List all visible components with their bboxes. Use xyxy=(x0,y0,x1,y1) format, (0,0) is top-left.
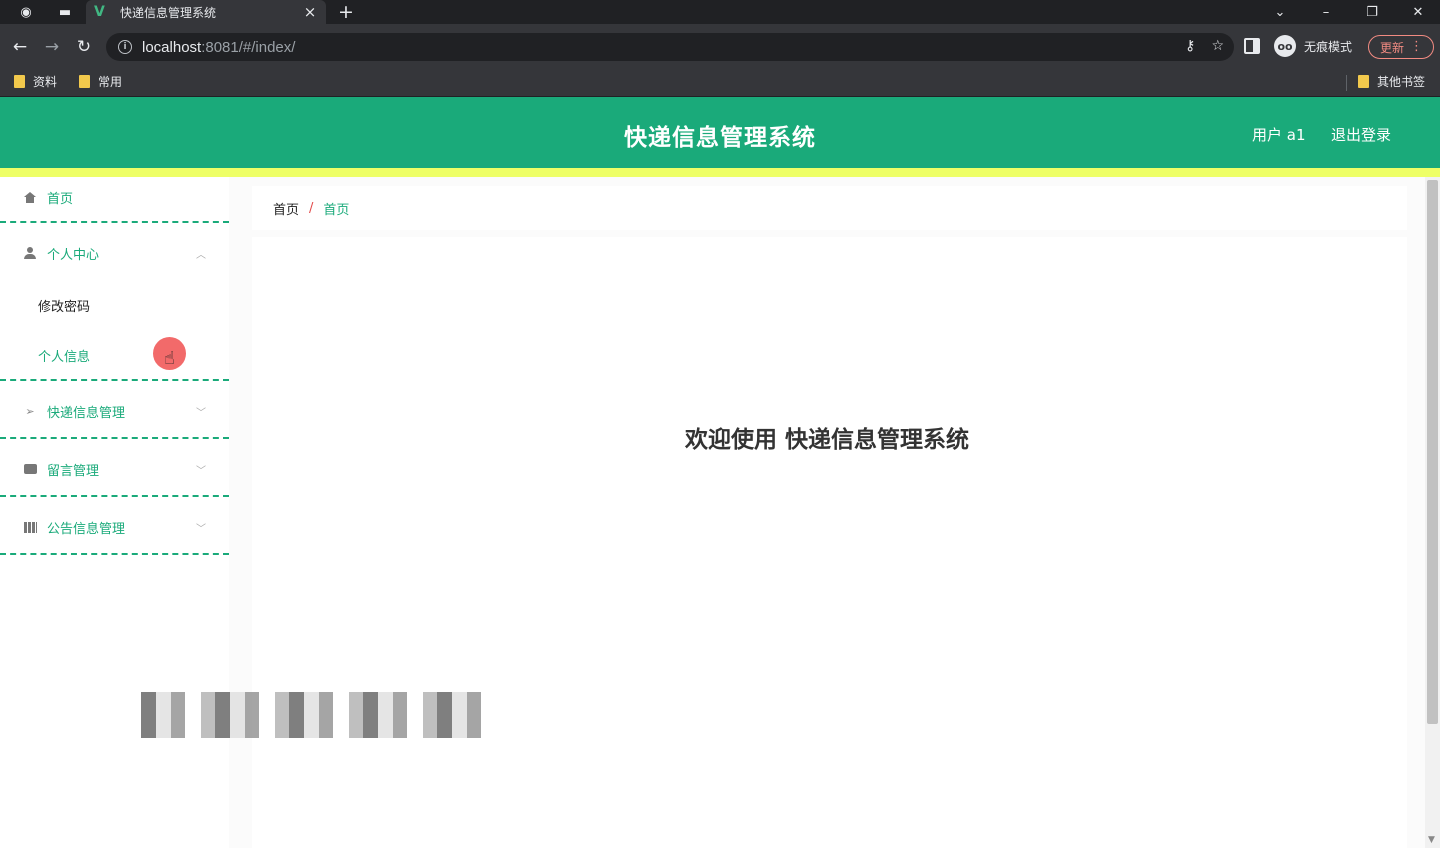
scrollbar-thumb[interactable] xyxy=(1427,180,1438,724)
bookmark-folder-changyong[interactable]: 常用 xyxy=(79,73,122,90)
browser-tab[interactable]: V 快递信息管理系统 × xyxy=(86,0,326,24)
folder-icon xyxy=(79,75,90,88)
sidebar-item-label: 公告信息管理 xyxy=(47,521,126,537)
scroll-down-icon[interactable]: ▼ xyxy=(1428,835,1435,845)
obscured-watermark xyxy=(141,692,487,738)
minimize-icon[interactable]: – xyxy=(1303,0,1349,24)
restore-icon[interactable]: ❐ xyxy=(1349,0,1395,24)
home-icon xyxy=(23,190,37,204)
sidebar-item-express-mgmt[interactable]: ➢ 快递信息管理 ﹀ xyxy=(0,401,229,421)
chevron-down-icon: ﹀ xyxy=(196,523,206,535)
user-icon xyxy=(23,246,37,260)
chevron-up-icon: ︿ xyxy=(196,249,206,261)
incognito-label: 无痕模式 xyxy=(1304,39,1353,54)
send-icon: ➢ xyxy=(25,404,35,418)
breadcrumb-home[interactable]: 首页 xyxy=(273,199,299,218)
sidebar-subitem-personal-info[interactable]: 个人信息 xyxy=(38,346,90,365)
tab-title: 快递信息管理系统 xyxy=(120,5,217,20)
content-panel xyxy=(252,237,1407,848)
chat-icon xyxy=(23,458,37,476)
chevron-down-icon: ﹀ xyxy=(196,465,206,477)
vue-logo-icon: V xyxy=(94,4,105,20)
browser-menu-icon[interactable]: ◉ xyxy=(16,2,36,22)
incognito-indicator[interactable]: oo 无痕模式 xyxy=(1274,35,1352,57)
folder-icon xyxy=(1358,75,1369,88)
reload-icon[interactable]: ↻ xyxy=(72,35,96,59)
welcome-text: 欢迎使用 快递信息管理系统 xyxy=(684,427,969,453)
bookmarks-bar: 资料 常用 其他书签 xyxy=(0,69,1440,97)
menu-divider xyxy=(0,495,229,497)
sidebar-item-notice-mgmt[interactable]: 公告信息管理 ﹀ xyxy=(0,517,229,537)
sidebar-item-home[interactable]: 首页 xyxy=(0,187,229,207)
sidebar-item-label: 快递信息管理 xyxy=(47,405,126,421)
address-bar[interactable]: i localhost:8081/#/index/ ⚷ ☆ xyxy=(106,33,1234,61)
incognito-icon: oo xyxy=(1274,35,1296,57)
browser-toolbar: ← → ↻ i localhost:8081/#/index/ ⚷ ☆ oo 无… xyxy=(0,24,1440,69)
sidebar-item-label: 首页 xyxy=(47,191,74,207)
menu-divider xyxy=(0,221,229,223)
sidebar-subitem-change-password[interactable]: 修改密码 xyxy=(38,296,90,315)
menu-divider xyxy=(0,437,229,439)
window-close-icon[interactable]: ✕ xyxy=(1395,0,1440,24)
bookmark-folder-ziliao[interactable]: 资料 xyxy=(14,73,57,90)
update-label: 更新 xyxy=(1380,40,1405,55)
bookmark-label: 资料 xyxy=(33,75,58,89)
breadcrumb: 首页 / 首页 xyxy=(252,186,1407,230)
tab-list-chevron-icon[interactable]: ⌄ xyxy=(1257,0,1303,24)
bookmark-star-icon[interactable]: ☆ xyxy=(1211,38,1224,54)
new-tab-button[interactable]: + xyxy=(338,1,354,23)
header-accent-strip xyxy=(0,168,1440,177)
back-icon[interactable]: ← xyxy=(8,35,32,59)
tab-search-icon[interactable]: ▬ xyxy=(55,2,75,22)
bookmark-divider xyxy=(1346,75,1347,91)
site-info-icon[interactable]: i xyxy=(118,40,132,54)
breadcrumb-current: 首页 xyxy=(323,202,350,218)
update-button[interactable]: 更新 ⋮ xyxy=(1368,35,1434,59)
key-icon[interactable]: ⚷ xyxy=(1185,38,1195,54)
logout-link[interactable]: 退出登录 xyxy=(1331,124,1391,145)
sidebar-item-message-mgmt[interactable]: 留言管理 ﹀ xyxy=(0,458,229,479)
sidebar-item-label: 个人中心 xyxy=(47,247,100,263)
breadcrumb-separator: / xyxy=(309,200,314,216)
app-title: 快递信息管理系统 xyxy=(624,125,816,151)
side-panel-icon[interactable] xyxy=(1244,38,1260,54)
menu-divider xyxy=(0,379,229,381)
url-text: localhost:8081/#/index/ xyxy=(142,38,296,56)
hand-pointer-icon: ☝ xyxy=(164,348,175,369)
sidebar xyxy=(0,177,229,848)
tab-close-icon[interactable]: × xyxy=(302,3,318,21)
browser-tab-bar: ◉ ▬ V 快递信息管理系统 × + ⌄ – ❐ ✕ xyxy=(0,0,1440,24)
menu-divider xyxy=(0,553,229,555)
forward-icon[interactable]: → xyxy=(40,35,64,59)
notice-icon xyxy=(23,520,37,534)
chevron-down-icon: ﹀ xyxy=(196,407,206,419)
sidebar-item-personal-center[interactable]: 个人中心 ︿ xyxy=(0,243,229,263)
bookmark-label: 常用 xyxy=(98,75,123,89)
folder-icon xyxy=(14,75,25,88)
other-bookmarks[interactable]: 其他书签 xyxy=(1358,73,1425,90)
user-label: 用户 a1 xyxy=(1252,126,1306,144)
other-bookmarks-label: 其他书签 xyxy=(1377,75,1426,89)
sidebar-item-label: 留言管理 xyxy=(47,463,100,479)
more-menu-icon[interactable]: ⋮ xyxy=(1410,39,1423,54)
